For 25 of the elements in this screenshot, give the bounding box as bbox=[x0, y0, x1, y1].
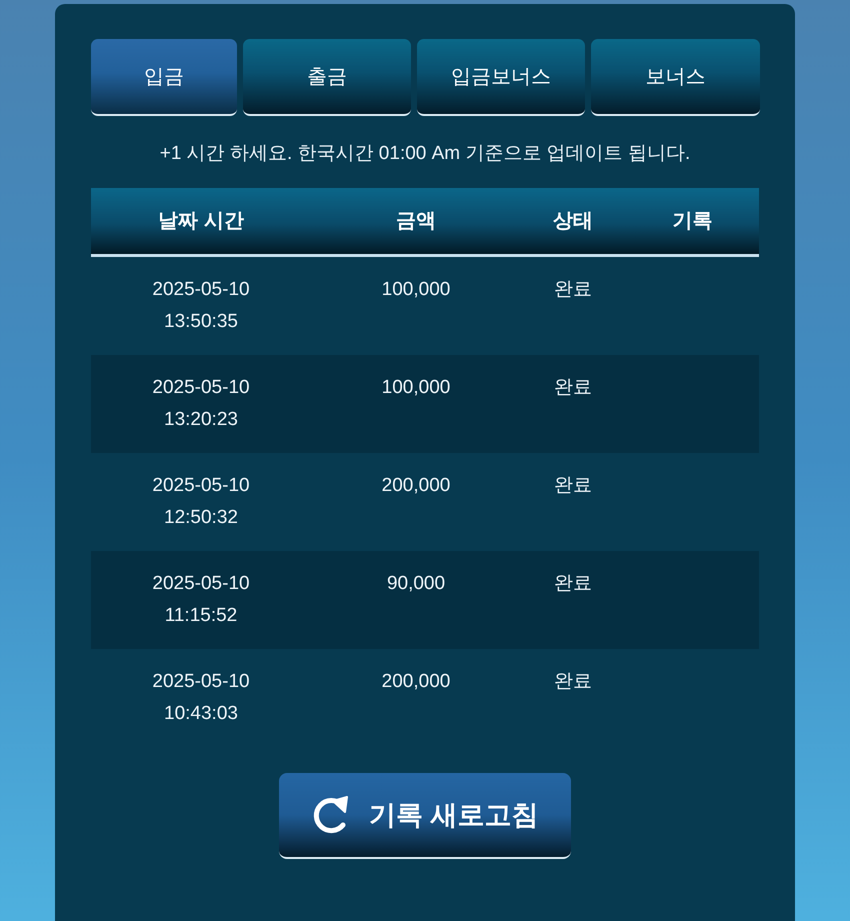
status-cell-text: 완료 bbox=[554, 474, 592, 498]
column-header: 기록 bbox=[672, 209, 714, 234]
amount-cell-text: 200,000 bbox=[382, 474, 450, 498]
status-cell-text: 완료 bbox=[554, 572, 592, 596]
amount-cell-text: 90,000 bbox=[386, 572, 446, 596]
tab[interactable]: 출금 bbox=[243, 39, 411, 116]
date-time-cell-text: 2025-05-10 13:50:35 bbox=[152, 278, 250, 334]
notice-text: +1 시간 하세요. 한국시간 01:00 Am 기준으로 업데이트 됩니다. bbox=[158, 142, 692, 166]
date-time-cell-text: 2025-05-10 11:15:52 bbox=[152, 572, 250, 628]
refresh-button[interactable]: 기록 새로고침 bbox=[279, 773, 571, 859]
amount-cell-text: 100,000 bbox=[382, 278, 450, 302]
tab[interactable]: 입금보너스 bbox=[417, 39, 585, 116]
date-time-cell-text: 2025-05-10 12:50:32 bbox=[152, 474, 250, 530]
status-cell-text: 완료 bbox=[554, 670, 592, 694]
tab[interactable]: 보너스 bbox=[591, 39, 760, 116]
column-header: 날짜 시간 bbox=[157, 209, 245, 234]
status-cell-text: 완료 bbox=[554, 278, 592, 302]
date-time-cell-text: 2025-05-10 10:43:03 bbox=[152, 670, 250, 726]
status-cell-text: 완료 bbox=[554, 376, 592, 400]
amount-cell-text: 200,000 bbox=[382, 670, 450, 694]
column-header: 금액 bbox=[395, 209, 437, 234]
column-header: 상태 bbox=[552, 209, 594, 234]
tab[interactable]: 입금 bbox=[91, 39, 237, 116]
amount-cell-text: 100,000 bbox=[382, 376, 450, 400]
date-time-cell-text: 2025-05-10 13:20:23 bbox=[152, 376, 250, 432]
